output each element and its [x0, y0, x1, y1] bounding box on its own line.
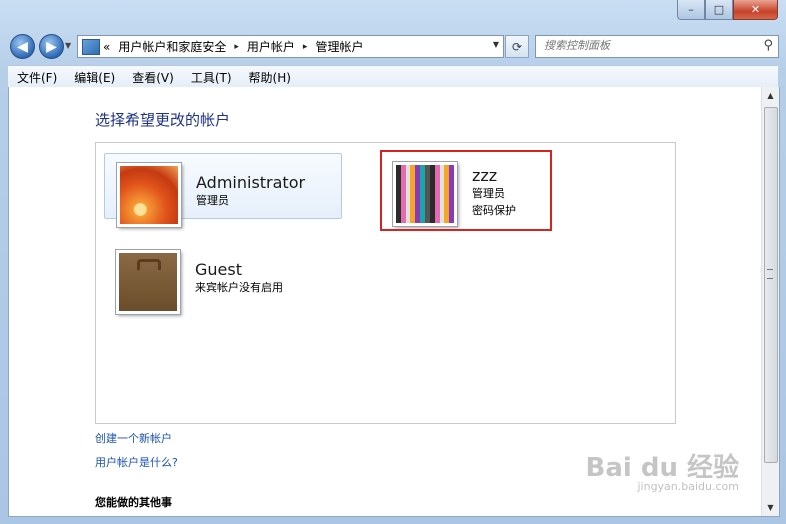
menu-edit[interactable]: 编辑(E)	[65, 69, 123, 86]
watermark-logo: Bai du 经验	[585, 453, 740, 483]
menu-bar: 文件(F) 编辑(E) 查看(V) 工具(T) 帮助(H)	[8, 65, 778, 88]
maximize-button[interactable]: □	[705, 0, 733, 20]
scroll-down-icon[interactable]: ▼	[762, 499, 779, 516]
menu-file[interactable]: 文件(F)	[8, 69, 65, 86]
address-dropdown-icon[interactable]: ▼	[493, 40, 499, 49]
menu-tools[interactable]: 工具(T)	[182, 69, 240, 86]
breadcrumb-manage-accounts[interactable]: 管理帐户	[315, 38, 363, 55]
scroll-thumb[interactable]	[764, 107, 778, 463]
control-panel-icon	[82, 38, 100, 55]
recent-pages-dropdown-icon[interactable]: ▼	[65, 41, 74, 50]
scroll-up-icon[interactable]: ▲	[762, 87, 779, 104]
content-area: 选择希望更改的帐户 Administrator 管理员 zzz 管理员 密码保护	[8, 87, 780, 517]
create-account-link[interactable]: 创建一个新帐户	[95, 430, 172, 446]
search-box[interactable]: ⚲	[535, 35, 779, 58]
back-button[interactable]: ◀	[10, 34, 35, 59]
scroll-grip-icon	[767, 269, 773, 279]
vertical-scrollbar[interactable]: ▲ ▼	[761, 87, 779, 516]
breadcrumb-user-accounts-family-safety[interactable]: 用户帐户和家庭安全	[118, 38, 226, 55]
account-name: Administrator	[196, 173, 306, 192]
address-bar[interactable]: « 用户帐户和家庭安全 ▸ 用户帐户 ▸ 管理帐户 ▼	[77, 35, 504, 58]
window-frame: – □ ✕ ◀ ▶ ▼ « 用户帐户和家庭安全 ▸ 用户帐户 ▸ 管理帐户 ▼ …	[0, 0, 786, 524]
flower-picture-icon	[117, 163, 181, 227]
breadcrumb-overflow[interactable]: «	[103, 40, 110, 54]
breadcrumb-separator-icon[interactable]: ▸	[234, 42, 239, 52]
account-guest[interactable]: Guest 来宾帐户没有启用	[116, 250, 283, 314]
close-button[interactable]: ✕	[733, 0, 778, 20]
navigation-bar: ◀ ▶ ▼ « 用户帐户和家庭安全 ▸ 用户帐户 ▸ 管理帐户 ▼ ⟳ ⚲	[0, 30, 786, 62]
other-tasks-heading: 您能做的其他事	[95, 496, 172, 509]
search-input[interactable]	[536, 36, 754, 55]
forward-button[interactable]: ▶	[39, 34, 64, 59]
account-administrator[interactable]: Administrator 管理员	[104, 153, 342, 227]
account-type: 管理员	[196, 194, 229, 207]
minimize-button[interactable]: –	[677, 0, 705, 20]
selection-highlight-box	[380, 150, 552, 231]
search-icon[interactable]: ⚲	[763, 38, 773, 53]
caption-buttons: – □ ✕	[677, 0, 778, 20]
watermark-url: jingyan.baidu.com	[637, 480, 739, 493]
menu-view[interactable]: 查看(V)	[123, 69, 182, 86]
breadcrumb-separator-icon[interactable]: ▸	[303, 42, 308, 52]
page-title: 选择希望更改的帐户	[95, 111, 231, 129]
account-name: Guest	[195, 260, 242, 279]
breadcrumb-user-accounts[interactable]: 用户帐户	[247, 38, 295, 55]
refresh-button[interactable]: ⟳	[505, 35, 529, 58]
account-status: 来宾帐户没有启用	[195, 281, 283, 294]
menu-help[interactable]: 帮助(H)	[240, 69, 299, 86]
suitcase-picture-icon	[116, 250, 180, 314]
what-is-user-account-link[interactable]: 用户帐户是什么?	[95, 454, 178, 470]
